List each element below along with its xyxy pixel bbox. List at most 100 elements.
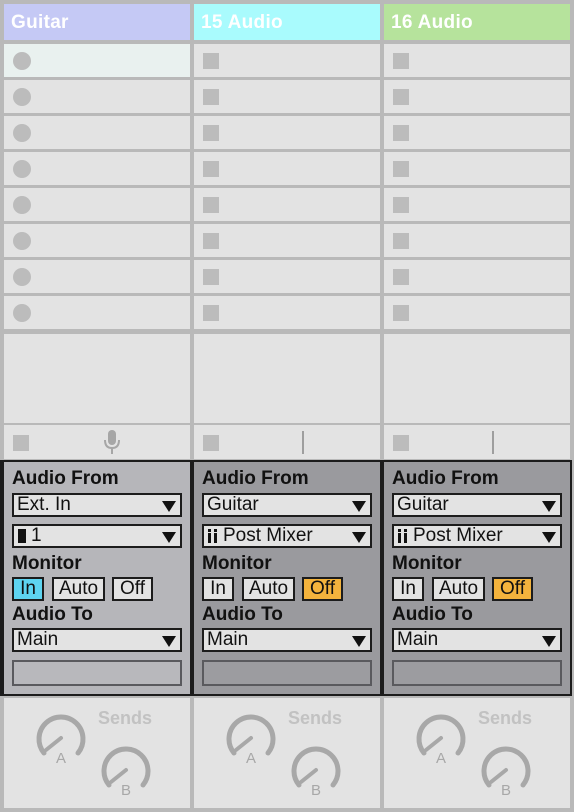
clip-slot[interactable] bbox=[384, 152, 570, 185]
monitor-off-button[interactable]: Off bbox=[112, 577, 153, 601]
stop-square-icon[interactable] bbox=[203, 53, 219, 69]
stop-square-icon[interactable] bbox=[203, 89, 219, 105]
input-channel-dropdown[interactable]: 1 bbox=[12, 524, 182, 548]
track-header-15-audio[interactable]: 15 Audio bbox=[194, 4, 380, 40]
io-15-audio: Audio From Guitar Post Mixer Monitor In … bbox=[194, 462, 380, 694]
stop-square-icon[interactable] bbox=[393, 269, 409, 285]
send-b-label: B bbox=[501, 782, 511, 799]
triangle-down-icon bbox=[162, 501, 176, 512]
monitor-auto-button[interactable]: Auto bbox=[52, 577, 105, 601]
clip-slot[interactable] bbox=[4, 152, 190, 185]
stop-square-icon[interactable] bbox=[203, 269, 219, 285]
clip-slot[interactable] bbox=[194, 260, 380, 293]
clip-slot[interactable] bbox=[4, 260, 190, 293]
send-a-label: A bbox=[56, 750, 66, 767]
clip-slot[interactable] bbox=[194, 80, 380, 113]
input-channel-dropdown[interactable]: Post Mixer bbox=[392, 524, 562, 548]
input-channel-value: 1 bbox=[31, 525, 42, 546]
clip-slot[interactable] bbox=[194, 224, 380, 257]
monitor-in-button[interactable]: In bbox=[392, 577, 424, 601]
audio-to-dropdown[interactable]: Main bbox=[392, 628, 562, 652]
output-fader[interactable] bbox=[392, 660, 562, 686]
stop-all-clips-button[interactable] bbox=[393, 435, 409, 451]
triangle-down-icon bbox=[542, 532, 556, 543]
audio-from-dropdown[interactable]: Ext. In bbox=[12, 493, 182, 517]
clip-slot-empty-area bbox=[194, 334, 380, 423]
monitor-auto-button[interactable]: Auto bbox=[432, 577, 485, 601]
input-channel-dropdown[interactable]: Post Mixer bbox=[202, 524, 372, 548]
stop-square-icon[interactable] bbox=[393, 305, 409, 321]
record-dot-icon[interactable] bbox=[13, 304, 31, 322]
track-status-row bbox=[194, 425, 380, 459]
clip-slot-empty-area bbox=[384, 334, 570, 423]
monitor-auto-button[interactable]: Auto bbox=[242, 577, 295, 601]
clip-slot[interactable] bbox=[4, 296, 190, 329]
stop-square-icon[interactable] bbox=[393, 53, 409, 69]
audio-to-label: Audio To bbox=[12, 604, 93, 625]
track-title: Guitar bbox=[11, 12, 69, 33]
stereo-channel-icon bbox=[398, 529, 407, 543]
output-fader[interactable] bbox=[202, 660, 372, 686]
clip-slot[interactable] bbox=[384, 44, 570, 77]
clip-slot[interactable] bbox=[4, 44, 190, 77]
monitor-off-button[interactable]: Off bbox=[492, 577, 533, 601]
send-b-knob[interactable]: B bbox=[289, 740, 343, 800]
monitor-in-button[interactable]: In bbox=[12, 577, 44, 601]
stop-square-icon[interactable] bbox=[393, 233, 409, 249]
track-header-16-audio[interactable]: 16 Audio bbox=[384, 4, 570, 40]
stop-square-icon[interactable] bbox=[203, 125, 219, 141]
record-dot-icon[interactable] bbox=[13, 268, 31, 286]
record-dot-icon[interactable] bbox=[13, 52, 31, 70]
clip-slot[interactable] bbox=[384, 260, 570, 293]
divider bbox=[492, 431, 494, 454]
clip-slot[interactable] bbox=[384, 116, 570, 149]
stop-square-icon[interactable] bbox=[203, 233, 219, 249]
record-dot-icon[interactable] bbox=[13, 160, 31, 178]
send-a-knob[interactable]: A bbox=[414, 708, 468, 768]
clip-slot[interactable] bbox=[384, 188, 570, 221]
monitor-off-button[interactable]: Off bbox=[302, 577, 343, 601]
clip-slot[interactable] bbox=[194, 152, 380, 185]
clip-slot[interactable] bbox=[384, 296, 570, 329]
clip-slot[interactable] bbox=[4, 224, 190, 257]
audio-from-dropdown[interactable]: Guitar bbox=[202, 493, 372, 517]
stop-square-icon[interactable] bbox=[393, 89, 409, 105]
record-dot-icon[interactable] bbox=[13, 124, 31, 142]
record-dot-icon[interactable] bbox=[13, 88, 31, 106]
monitor-label: Monitor bbox=[12, 553, 82, 574]
track-header-guitar[interactable]: Guitar bbox=[4, 4, 190, 40]
send-a-knob[interactable]: A bbox=[224, 708, 278, 768]
audio-to-dropdown[interactable]: Main bbox=[202, 628, 372, 652]
stop-all-clips-button[interactable] bbox=[13, 435, 29, 451]
audio-from-dropdown[interactable]: Guitar bbox=[392, 493, 562, 517]
stop-square-icon[interactable] bbox=[393, 161, 409, 177]
stop-square-icon[interactable] bbox=[203, 161, 219, 177]
send-b-knob[interactable]: B bbox=[99, 740, 153, 800]
stop-square-icon[interactable] bbox=[393, 197, 409, 213]
clip-slot[interactable] bbox=[384, 80, 570, 113]
track-title: 15 Audio bbox=[201, 12, 283, 33]
record-dot-icon[interactable] bbox=[13, 232, 31, 250]
clip-slot[interactable] bbox=[194, 116, 380, 149]
stop-square-icon[interactable] bbox=[203, 197, 219, 213]
send-b-knob[interactable]: B bbox=[479, 740, 533, 800]
clip-slot[interactable] bbox=[194, 44, 380, 77]
microphone-icon[interactable] bbox=[103, 429, 121, 455]
stop-square-icon[interactable] bbox=[203, 305, 219, 321]
clip-slot[interactable] bbox=[384, 224, 570, 257]
send-a-knob[interactable]: A bbox=[34, 708, 88, 768]
audio-to-dropdown[interactable]: Main bbox=[12, 628, 182, 652]
clip-slot[interactable] bbox=[4, 80, 190, 113]
clip-slot[interactable] bbox=[194, 188, 380, 221]
sends-label: Sends bbox=[478, 708, 533, 728]
stop-all-clips-button[interactable] bbox=[203, 435, 219, 451]
clip-slot[interactable] bbox=[4, 188, 190, 221]
audio-from-label: Audio From bbox=[392, 468, 499, 489]
output-fader[interactable] bbox=[12, 660, 182, 686]
divider bbox=[302, 431, 304, 454]
clip-slot[interactable] bbox=[194, 296, 380, 329]
record-dot-icon[interactable] bbox=[13, 196, 31, 214]
clip-slot[interactable] bbox=[4, 116, 190, 149]
monitor-in-button[interactable]: In bbox=[202, 577, 234, 601]
stop-square-icon[interactable] bbox=[393, 125, 409, 141]
